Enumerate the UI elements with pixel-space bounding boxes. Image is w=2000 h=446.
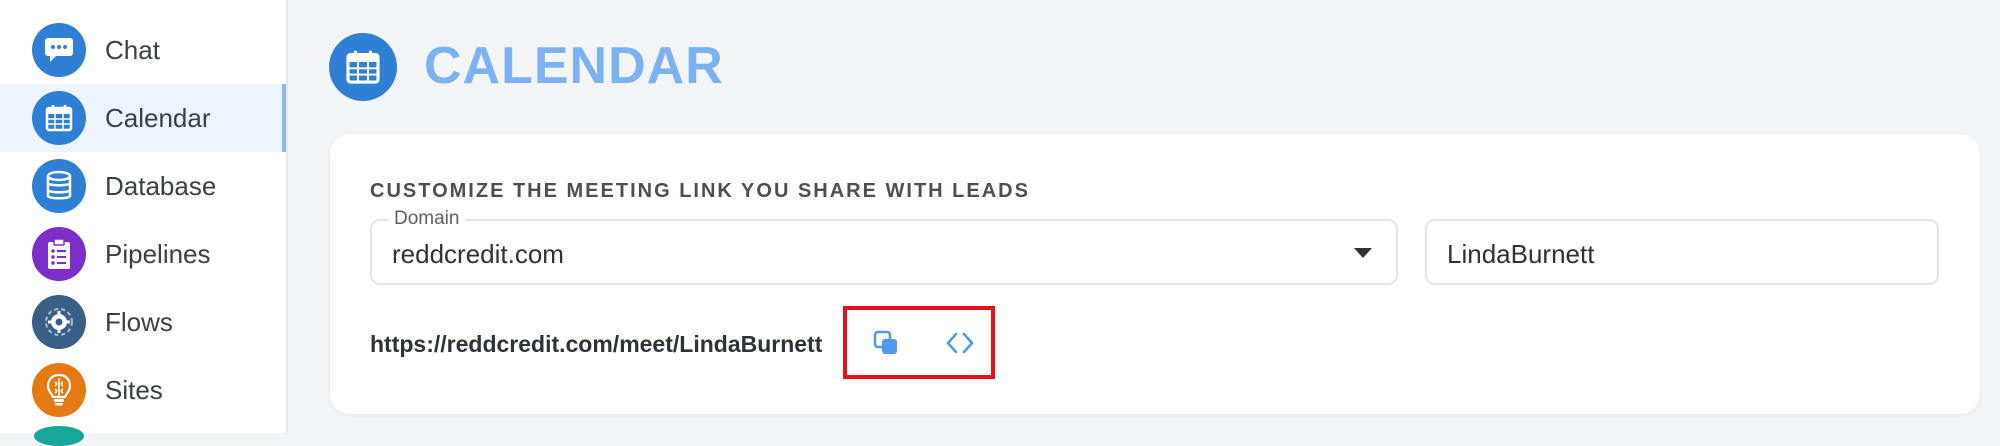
domain-select[interactable]: Domain reddcredit.com <box>370 208 1398 285</box>
database-icon <box>32 159 86 213</box>
chat-icon <box>32 23 86 77</box>
copy-button[interactable] <box>869 326 903 360</box>
sidebar-item-label: Sites <box>105 374 163 405</box>
page-title: CALENDAR <box>424 37 724 95</box>
sidebar-item-label: Pipelines <box>105 238 211 269</box>
clipboard-checklist-icon <box>32 227 86 281</box>
sidebar-item-label: Chat <box>105 34 160 65</box>
sidebar-item-label: Database <box>105 170 217 201</box>
sidebar-next-item-icon[interactable] <box>34 426 84 446</box>
sidebar-item-database[interactable]: Database <box>0 152 286 220</box>
section-heading: CUSTOMIZE THE MEETING LINK YOU SHARE WIT… <box>370 180 1030 202</box>
gear-flow-icon <box>32 295 86 349</box>
lightbulb-brain-icon <box>32 363 86 417</box>
sidebar-item-sites[interactable]: Sites <box>0 356 286 424</box>
sidebar-item-chat[interactable]: Chat <box>0 16 286 84</box>
slug-input[interactable]: LindaBurnett <box>1425 219 1939 285</box>
embed-code-icon <box>946 332 974 354</box>
chevron-down-icon[interactable] <box>1354 248 1372 258</box>
sidebar-item-calendar[interactable]: Calendar <box>0 84 286 152</box>
domain-select-value: reddcredit.com <box>392 239 564 269</box>
sidebar-item-pipelines[interactable]: Pipelines <box>0 220 286 288</box>
sidebar: Chat Calendar Database Pipelines Flows S… <box>0 0 288 446</box>
meeting-link[interactable]: https://reddcredit.com/meet/LindaBurnett <box>370 331 822 358</box>
copy-icon <box>873 330 897 354</box>
domain-field-label: Domain <box>388 208 466 230</box>
sidebar-item-label: Flows <box>105 306 173 337</box>
calendar-icon <box>329 33 397 101</box>
calendar-icon <box>32 91 86 145</box>
embed-code-button[interactable] <box>943 326 977 360</box>
sidebar-item-flows[interactable]: Flows <box>0 288 286 356</box>
slug-input-value: LindaBurnett <box>1447 239 1595 269</box>
sidebar-item-label: Calendar <box>105 102 211 133</box>
